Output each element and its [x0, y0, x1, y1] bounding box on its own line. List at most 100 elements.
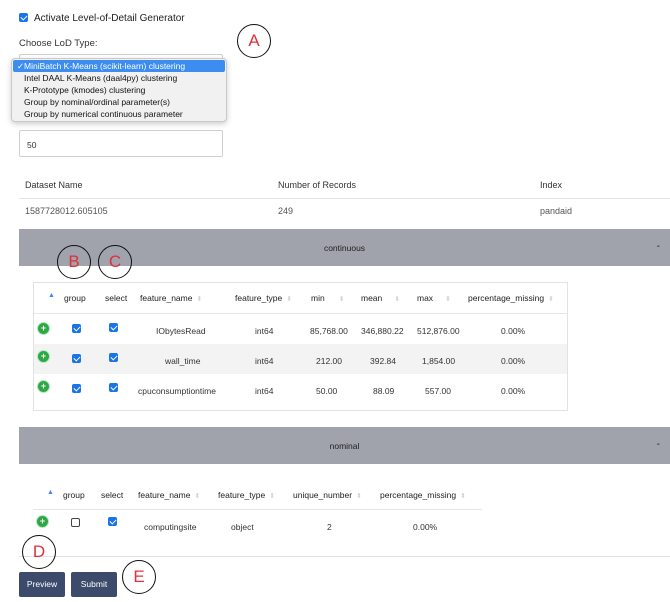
max-cell: 557.00 [425, 386, 451, 396]
nominal-collapse-toggle[interactable]: - [657, 439, 660, 450]
feature-name-cell: wall_time [165, 356, 201, 366]
group-checkbox[interactable] [72, 384, 81, 395]
sort-arrows-icon: ⬍ [269, 493, 276, 500]
min-cell: 50.00 [316, 386, 338, 396]
submit-button[interactable]: Submit [71, 572, 117, 597]
activate-lod-label: Activate Level-of-Detail Generator [34, 13, 185, 24]
lod-value-input[interactable]: 50 [19, 130, 223, 157]
index-value: pandaid [540, 206, 573, 216]
nominal-section-header[interactable]: nominal - [19, 427, 670, 464]
min-cell: 212.00 [316, 356, 342, 366]
col-max[interactable]: max ⬍ [417, 293, 451, 303]
nominal-features-table: ▲ group select feature_name ⬍ feature_typ… [33, 480, 482, 539]
annotation-a: A [237, 24, 271, 58]
max-cell: 512,876.00 [417, 326, 460, 336]
unique-number-cell: 2 [327, 522, 332, 532]
group-checkbox[interactable] [71, 518, 80, 529]
feature-name-cell: cpuconsumptiontime [138, 386, 216, 396]
feature-type-cell: int64 [255, 326, 274, 336]
divider [19, 556, 670, 557]
lod-option-numerical[interactable]: Group by numerical continuous parameter [13, 108, 225, 120]
lod-type-label: Choose LoD Type: [19, 38, 98, 49]
feature-type-cell: object [231, 522, 254, 532]
col-feature-type[interactable]: feature_type ⬍ [235, 293, 292, 303]
col-percentage-missing[interactable]: percentage_missing ⬍ [468, 293, 554, 303]
percentage-missing-cell: 0.00% [501, 326, 526, 336]
percentage-missing-cell: 0.00% [413, 522, 438, 532]
group-checkbox[interactable] [72, 354, 81, 365]
col-group[interactable]: group [63, 490, 85, 500]
plus-circle-icon[interactable]: + [37, 380, 50, 393]
max-cell: 1,854.00 [422, 356, 456, 366]
plus-circle-icon[interactable]: + [37, 350, 50, 363]
table-row: + computingsite object 2 0.00% [33, 509, 482, 540]
col-group[interactable]: group [64, 293, 86, 303]
percentage-missing-cell: 0.00% [501, 386, 526, 396]
dataset-table-row: 1587728012.605105 249 pandaid [19, 198, 670, 224]
sort-arrows-icon: ⬍ [394, 296, 401, 303]
select-checkbox[interactable] [109, 323, 118, 334]
plus-circle-icon[interactable]: + [36, 515, 49, 528]
sort-asc-icon[interactable]: ▲ [47, 486, 54, 496]
header-index: Index [540, 180, 563, 190]
mean-cell: 346,880.22 [361, 326, 404, 336]
sort-arrows-icon: ⬍ [196, 296, 203, 303]
continuous-collapse-toggle[interactable]: - [657, 241, 660, 252]
table-row: + cpuconsumptiontime int64 50.00 88.09 5… [34, 374, 567, 404]
mean-cell: 392.84 [370, 356, 396, 366]
checkmark-icon: ✓ [17, 61, 25, 71]
col-min[interactable]: min ⬍ [311, 293, 345, 303]
col-percentage-missing[interactable]: percentage_missing ⬍ [380, 490, 466, 500]
table-row: + IObytesRead int64 85,768.00 346,880.22… [34, 314, 567, 344]
lod-value-text: 50 [27, 140, 37, 150]
select-checkbox[interactable] [108, 517, 117, 528]
table-row: + wall_time int64 212.00 392.84 1,854.00… [34, 344, 567, 374]
activate-lod-checkbox[interactable] [19, 13, 28, 24]
sort-arrows-icon: ⬍ [460, 493, 466, 500]
col-select[interactable]: select [105, 293, 127, 303]
annotation-d: D [22, 535, 56, 569]
col-feature-type[interactable]: feature_type ⬍ [218, 490, 275, 500]
feature-name-cell: computingsite [144, 522, 197, 532]
percentage-missing-cell: 0.00% [501, 356, 526, 366]
lod-option-kprototype[interactable]: K-Prototype (kmodes) clustering [13, 84, 225, 96]
lod-option-daal[interactable]: Intel DAAL K-Means (daal4py) clustering [13, 72, 225, 84]
annotation-e: E [122, 560, 156, 594]
continuous-header-row: ▲ group select feature_name ⬍ feature_typ… [34, 283, 567, 314]
plus-circle-icon[interactable]: + [37, 322, 50, 335]
dataset-name-value: 1587728012.605105 [25, 206, 108, 216]
lod-option-minibatch[interactable]: ✓MiniBatch K-Means (scikit-learn) cluste… [13, 60, 225, 72]
col-unique-number[interactable]: unique_number ⬍ [293, 490, 362, 500]
lod-option-nominal[interactable]: Group by nominal/ordinal parameter(s) [13, 96, 225, 108]
min-cell: 85,768.00 [310, 326, 348, 336]
nominal-section-title: nominal [329, 441, 360, 451]
select-checkbox[interactable] [109, 383, 118, 394]
col-feature-name[interactable]: feature_name ⬍ [138, 490, 200, 500]
preview-button[interactable]: Preview [19, 572, 65, 597]
sort-arrows-icon: ⬍ [356, 493, 362, 500]
select-checkbox[interactable] [109, 353, 118, 364]
sort-arrows-icon: ⬍ [286, 296, 293, 303]
header-number-of-records: Number of Records [278, 180, 357, 190]
sort-arrows-icon: ⬍ [338, 296, 345, 303]
feature-type-cell: int64 [255, 386, 274, 396]
continuous-features-table: ▲ group select feature_name ⬍ feature_typ… [33, 282, 568, 411]
nominal-header-row: ▲ group select feature_name ⬍ feature_typ… [33, 480, 482, 509]
group-checkbox[interactable] [72, 324, 81, 335]
sort-arrows-icon: ⬍ [548, 296, 554, 303]
lod-type-dropdown[interactable]: ✓MiniBatch K-Means (scikit-learn) cluste… [11, 58, 227, 122]
sort-asc-icon[interactable]: ▲ [48, 289, 55, 299]
header-dataset-name: Dataset Name [25, 180, 83, 190]
mean-cell: 88.09 [373, 386, 395, 396]
number-of-records-value: 249 [278, 206, 294, 216]
annotation-b: B [57, 245, 91, 279]
sort-arrows-icon: ⬍ [445, 296, 451, 303]
feature-type-cell: int64 [255, 356, 274, 366]
dataset-table-header: Dataset Name Number of Records Index [19, 172, 670, 199]
activate-checkbox-box[interactable] [19, 13, 28, 22]
col-feature-name[interactable]: feature_name ⬍ [140, 293, 202, 303]
col-mean[interactable]: mean ⬍ [361, 293, 400, 303]
annotation-c: C [98, 245, 132, 279]
feature-name-cell: IObytesRead [156, 326, 206, 336]
col-select[interactable]: select [101, 490, 123, 500]
